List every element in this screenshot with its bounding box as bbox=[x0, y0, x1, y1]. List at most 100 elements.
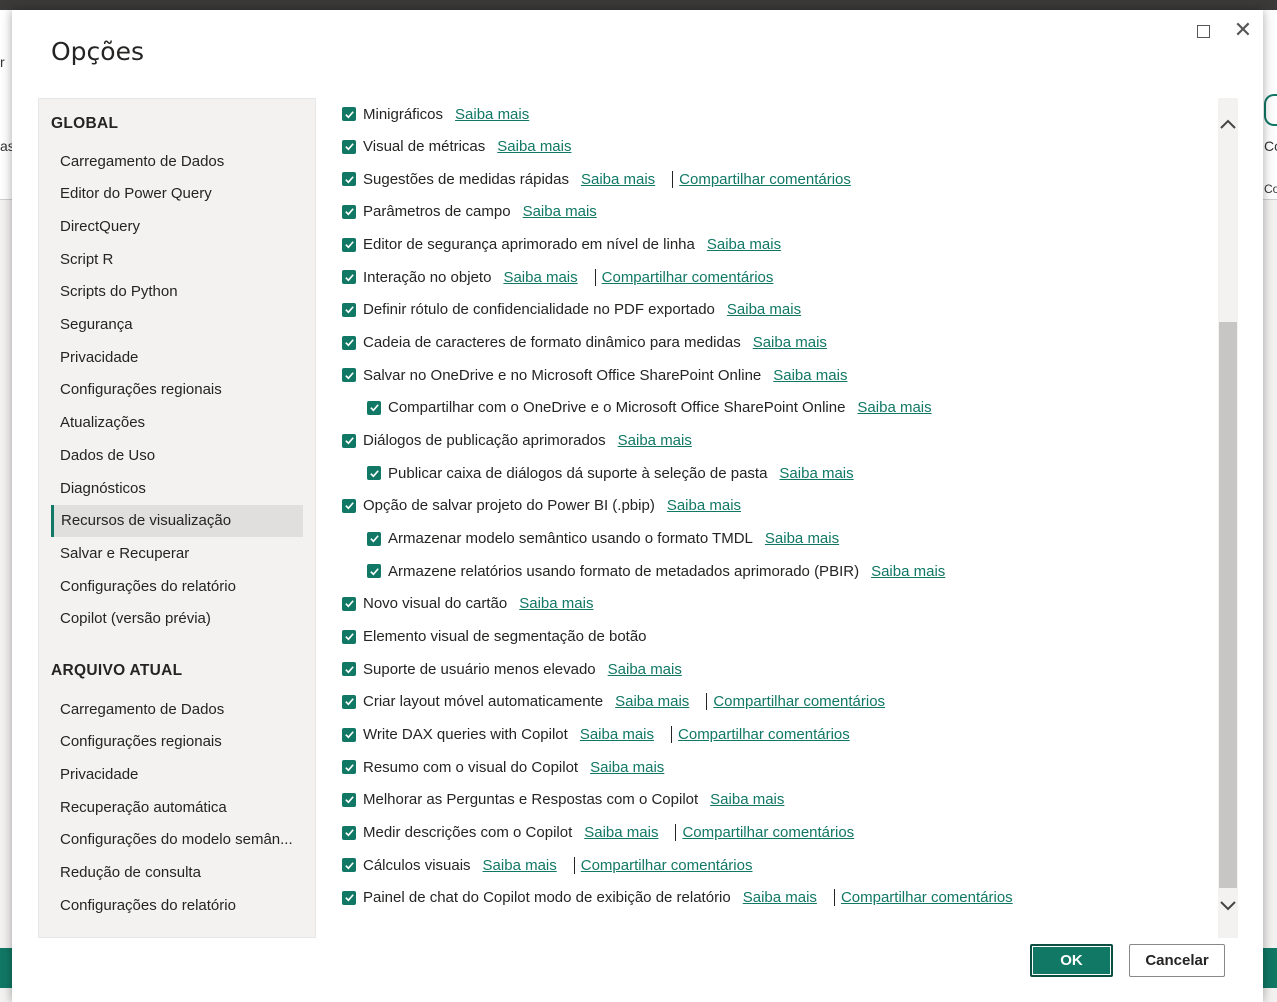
learn-more-link[interactable]: Saiba mais bbox=[584, 824, 658, 841]
learn-more-link[interactable]: Saiba mais bbox=[503, 269, 577, 286]
sidebar-item-current-file[interactable]: Recuperação automática bbox=[51, 791, 303, 823]
sidebar-header-global: GLOBAL bbox=[51, 115, 119, 132]
checkmark-icon bbox=[344, 143, 354, 151]
option-checkbox[interactable] bbox=[342, 368, 356, 383]
sidebar-item-global[interactable]: Segurança bbox=[51, 309, 303, 341]
sidebar-item-global[interactable]: Atualizações bbox=[51, 407, 303, 439]
close-button[interactable]: ✕ bbox=[1228, 16, 1258, 46]
sidebar-item-global[interactable]: Salvar e Recuperar bbox=[51, 537, 303, 569]
learn-more-link[interactable]: Saiba mais bbox=[667, 497, 741, 514]
link-separator bbox=[706, 693, 708, 711]
option-checkbox[interactable] bbox=[342, 727, 356, 742]
sidebar-item-global[interactable]: DirectQuery bbox=[51, 210, 303, 242]
option-checkbox[interactable] bbox=[342, 890, 356, 905]
option-checkbox[interactable] bbox=[342, 172, 356, 187]
scroll-down-button[interactable] bbox=[1218, 894, 1238, 918]
link-separator bbox=[594, 268, 596, 286]
sidebar-item-global[interactable]: Configurações regionais bbox=[51, 374, 303, 406]
sidebar-item-current-file[interactable]: Carregamento de Dados bbox=[51, 693, 303, 725]
checkmark-icon bbox=[344, 861, 354, 870]
option-checkbox[interactable] bbox=[342, 335, 356, 350]
learn-more-link[interactable]: Saiba mais bbox=[871, 563, 945, 580]
learn-more-link[interactable]: Saiba mais bbox=[581, 171, 655, 188]
share-feedback-link[interactable]: Compartilhar comentários bbox=[602, 269, 774, 286]
option-checkbox[interactable] bbox=[367, 564, 381, 579]
learn-more-link[interactable]: Saiba mais bbox=[497, 138, 571, 155]
option-label: Visual de métricas bbox=[363, 138, 486, 156]
share-feedback-link[interactable]: Compartilhar comentários bbox=[713, 693, 885, 710]
maximize-button[interactable] bbox=[1188, 16, 1218, 46]
learn-more-link[interactable]: Saiba mais bbox=[523, 203, 597, 220]
option-checkbox[interactable] bbox=[342, 237, 356, 252]
learn-more-link[interactable]: Saiba mais bbox=[710, 791, 784, 808]
learn-more-link[interactable]: Saiba mais bbox=[753, 334, 827, 351]
content-scrollbar[interactable] bbox=[1218, 98, 1238, 938]
scroll-thumb[interactable] bbox=[1219, 322, 1237, 888]
option-checkbox[interactable] bbox=[342, 433, 356, 448]
sidebar-item-global[interactable]: Carregamento de Dados bbox=[51, 145, 303, 177]
sidebar-item-global[interactable]: Dados de Uso bbox=[51, 439, 303, 471]
sidebar-item-current-file[interactable]: Configurações do modelo semân... bbox=[51, 824, 303, 856]
link-separator bbox=[671, 726, 673, 744]
option-label: Novo visual do cartão bbox=[363, 595, 508, 613]
learn-more-link[interactable]: Saiba mais bbox=[455, 106, 529, 123]
learn-more-link[interactable]: Saiba mais bbox=[618, 432, 692, 449]
sidebar-item-global[interactable]: Scripts do Python bbox=[51, 276, 303, 308]
option-label: Parâmetros de campo bbox=[363, 203, 511, 221]
option-checkbox[interactable] bbox=[367, 466, 381, 481]
option-label: Salvar no OneDrive e no Microsoft Office… bbox=[363, 366, 762, 384]
learn-more-link[interactable]: Saiba mais bbox=[483, 857, 557, 874]
sidebar-item-global[interactable]: Copilot (versão prévia) bbox=[51, 603, 303, 635]
option-checkbox[interactable] bbox=[342, 629, 356, 644]
option-checkbox[interactable] bbox=[342, 139, 356, 154]
sidebar-item-global[interactable]: Configurações do relatório bbox=[51, 570, 303, 602]
cancel-button[interactable]: Cancelar bbox=[1129, 944, 1225, 977]
learn-more-link[interactable]: Saiba mais bbox=[773, 367, 847, 384]
sidebar-item-global[interactable]: Diagnósticos bbox=[51, 472, 303, 504]
share-feedback-link[interactable]: Compartilhar comentários bbox=[678, 726, 850, 743]
option-row: Medir descrições com o Copilot Saiba mais… bbox=[342, 821, 854, 845]
option-checkbox[interactable] bbox=[342, 107, 356, 121]
learn-more-link[interactable]: Saiba mais bbox=[765, 530, 839, 547]
option-checkbox[interactable] bbox=[342, 270, 356, 285]
sidebar-item-current-file[interactable]: Configurações do relatório bbox=[51, 889, 303, 921]
learn-more-link[interactable]: Saiba mais bbox=[707, 236, 781, 253]
learn-more-link[interactable]: Saiba mais bbox=[857, 399, 931, 416]
sidebar-item-current-file[interactable]: Configurações regionais bbox=[51, 726, 303, 758]
sidebar-item-global[interactable]: Privacidade bbox=[51, 341, 303, 373]
option-checkbox[interactable] bbox=[367, 531, 381, 546]
sidebar-item-global[interactable]: Editor do Power Query bbox=[51, 178, 303, 210]
checkmark-icon bbox=[344, 437, 354, 445]
option-label: Opção de salvar projeto do Power BI (.pb… bbox=[363, 497, 655, 515]
option-checkbox[interactable] bbox=[342, 498, 356, 513]
learn-more-link[interactable]: Saiba mais bbox=[615, 693, 689, 710]
ok-button[interactable]: OK bbox=[1030, 944, 1113, 977]
share-feedback-link[interactable]: Compartilhar comentários bbox=[682, 824, 854, 841]
option-checkbox[interactable] bbox=[342, 792, 356, 807]
learn-more-link[interactable]: Saiba mais bbox=[743, 889, 817, 906]
sidebar-item-global[interactable]: Script R bbox=[51, 243, 303, 275]
option-checkbox[interactable] bbox=[342, 662, 356, 677]
learn-more-link[interactable]: Saiba mais bbox=[608, 661, 682, 678]
scroll-up-button[interactable] bbox=[1218, 112, 1238, 136]
share-feedback-link[interactable]: Compartilhar comentários bbox=[679, 171, 851, 188]
option-checkbox[interactable] bbox=[342, 858, 356, 873]
option-checkbox[interactable] bbox=[342, 694, 356, 709]
option-checkbox[interactable] bbox=[342, 204, 356, 219]
share-feedback-link[interactable]: Compartilhar comentários bbox=[841, 889, 1013, 906]
sidebar-item-global[interactable]: Recursos de visualização bbox=[51, 504, 303, 537]
checkmark-icon bbox=[344, 306, 354, 314]
sidebar-item-current-file[interactable]: Redução de consulta bbox=[51, 857, 303, 889]
learn-more-link[interactable]: Saiba mais bbox=[727, 301, 801, 318]
option-checkbox[interactable] bbox=[367, 400, 381, 415]
learn-more-link[interactable]: Saiba mais bbox=[580, 726, 654, 743]
learn-more-link[interactable]: Saiba mais bbox=[779, 465, 853, 482]
share-feedback-link[interactable]: Compartilhar comentários bbox=[581, 857, 753, 874]
learn-more-link[interactable]: Saiba mais bbox=[519, 595, 593, 612]
option-checkbox[interactable] bbox=[342, 596, 356, 611]
sidebar-item-current-file[interactable]: Privacidade bbox=[51, 758, 303, 790]
learn-more-link[interactable]: Saiba mais bbox=[590, 759, 664, 776]
option-checkbox[interactable] bbox=[342, 825, 356, 840]
option-checkbox[interactable] bbox=[342, 760, 356, 775]
option-checkbox[interactable] bbox=[342, 302, 356, 317]
